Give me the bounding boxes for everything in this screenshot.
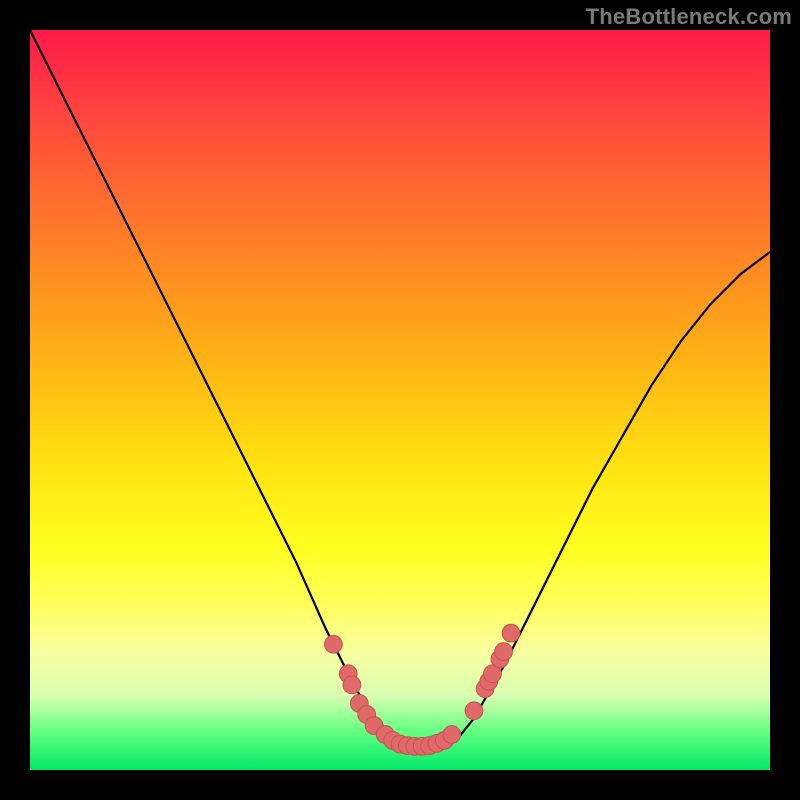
chart-frame: TheBottleneck.com — [0, 0, 800, 800]
data-marker — [443, 726, 461, 744]
data-markers — [325, 624, 520, 755]
bottleneck-curve — [30, 30, 770, 746]
data-marker — [325, 635, 343, 653]
curve-svg — [30, 30, 770, 770]
data-marker — [495, 643, 513, 661]
data-marker — [343, 676, 361, 694]
data-marker — [465, 702, 483, 720]
plot-area — [30, 30, 770, 770]
watermark-text: TheBottleneck.com — [586, 4, 792, 30]
data-marker — [502, 624, 520, 642]
